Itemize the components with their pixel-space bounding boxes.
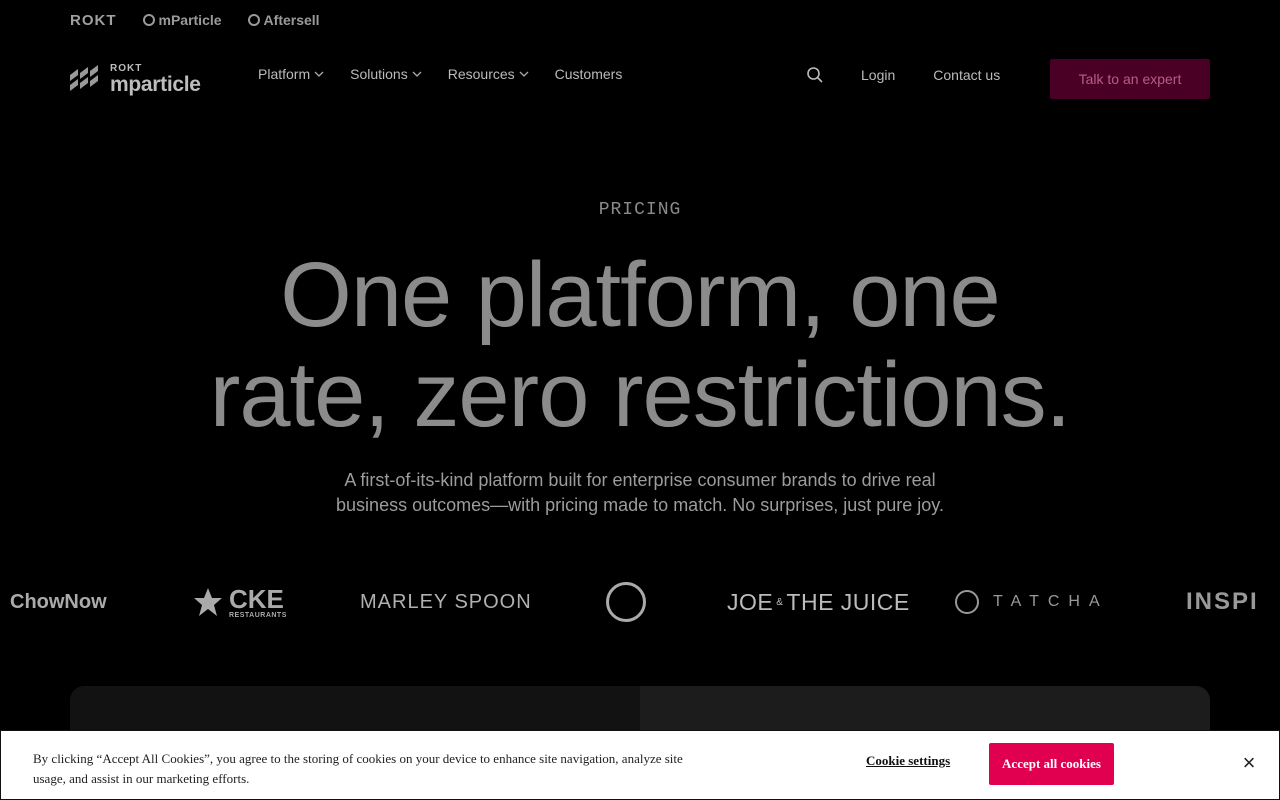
logo-mark-icon xyxy=(70,65,98,91)
mparticle-brand-link[interactable]: mParticle xyxy=(142,12,222,28)
tatcha-mark-icon xyxy=(955,590,979,614)
joe-logo-part-1: JOE xyxy=(727,588,774,615)
hero-description-line-2: business outcomes—with pricing made to m… xyxy=(336,495,944,515)
utility-nav: Login Contact us xyxy=(806,66,1038,84)
aftersell-brand-link[interactable]: Aftersell xyxy=(247,12,320,28)
tatcha-logo-text: TATCHA xyxy=(993,593,1109,610)
hero-description: A first-of-its-kind platform built for e… xyxy=(300,468,980,518)
cookie-settings-button[interactable]: Cookie settings xyxy=(866,753,950,769)
inspire-logo: INSPI xyxy=(1186,588,1259,615)
joe-the-juice-logo: JOE & THE JUICE xyxy=(727,576,910,628)
star-icon xyxy=(194,588,222,616)
nav-solutions[interactable]: Solutions xyxy=(350,66,422,82)
page-eyebrow: PRICING xyxy=(598,200,682,220)
close-icon[interactable]: × xyxy=(1239,750,1259,775)
nav-platform-label: Platform xyxy=(258,66,311,82)
nav-customers-label: Customers xyxy=(554,66,623,82)
aftersell-brand-label: Aftersell xyxy=(263,12,320,28)
chownow-logo: ChowNow xyxy=(10,590,107,613)
chevron-down-icon xyxy=(412,71,422,77)
cookie-banner-text: By clicking “Accept All Cookies”, you ag… xyxy=(33,751,683,786)
talk-to-expert-button[interactable]: Talk to an expert xyxy=(1050,59,1210,99)
hero-description-line-1: A first-of-its-kind platform built for e… xyxy=(344,470,936,490)
bird-logo-icon xyxy=(606,582,646,622)
logo-mparticle-text: mparticle xyxy=(110,72,201,96)
main-nav: Platform Solutions Resources Customers xyxy=(258,66,622,82)
nav-resources-label: Resources xyxy=(447,66,515,82)
brand-switcher: ROKT mParticle Aftersell xyxy=(70,10,320,30)
cookie-banner: By clicking “Accept All Cookies”, you ag… xyxy=(0,730,1280,800)
nav-platform[interactable]: Platform xyxy=(258,66,324,82)
contact-link[interactable]: Contact us xyxy=(933,67,1000,83)
joe-logo-ampersand: & xyxy=(776,596,784,608)
chevron-down-icon xyxy=(519,71,529,77)
aftersell-icon xyxy=(247,14,260,26)
marley-spoon-logo: MARLEY SPOON xyxy=(360,590,532,613)
page-title: One platform, one rate, zero restriction… xyxy=(140,245,1140,445)
mparticle-brand-label: mParticle xyxy=(158,12,222,28)
accept-all-cookies-button[interactable]: Accept all cookies xyxy=(989,743,1114,785)
mparticle-icon xyxy=(142,14,155,26)
site-logo[interactable]: ROKT mparticle xyxy=(70,62,210,96)
login-link[interactable]: Login xyxy=(861,67,895,83)
tatcha-logo: TATCHA xyxy=(955,576,1109,628)
rokt-brand-link[interactable]: ROKT xyxy=(70,12,117,29)
nav-resources[interactable]: Resources xyxy=(448,66,529,82)
nav-customers[interactable]: Customers xyxy=(555,66,623,82)
nav-solutions-label: Solutions xyxy=(350,66,408,82)
cke-logo: CKE RESTAURANTS xyxy=(193,576,287,628)
customer-logo-strip: ChowNow CKE RESTAURANTS MARLEY SPOON JOE… xyxy=(0,576,1280,628)
cke-logo-subtext: RESTAURANTS xyxy=(229,611,287,619)
search-icon xyxy=(807,67,823,83)
logo-rokt-text: ROKT xyxy=(110,62,143,74)
joe-logo-part-2: THE JUICE xyxy=(786,588,910,615)
page-title-line-1: One platform, one xyxy=(280,244,1000,346)
search-button[interactable] xyxy=(806,66,824,84)
cke-logo-text: CKE xyxy=(229,583,284,614)
chevron-down-icon xyxy=(314,71,324,77)
page-title-line-2: rate, zero restrictions. xyxy=(209,344,1072,446)
